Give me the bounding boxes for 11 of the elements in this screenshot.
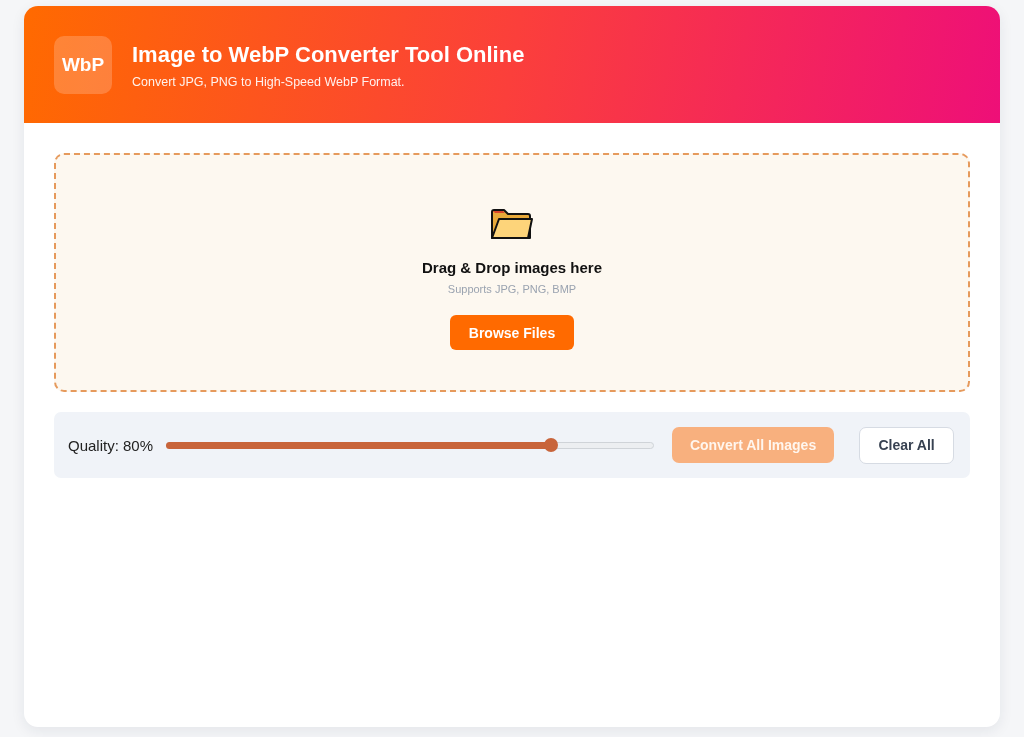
quality-label: Quality: 80% [68, 436, 154, 454]
app-title: Image to WebP Converter Tool Online [132, 40, 525, 69]
quality-slider[interactable] [166, 441, 655, 449]
clear-button[interactable]: Clear All [859, 426, 955, 464]
logo-tile: WbP [54, 35, 112, 94]
folder-icon [490, 208, 534, 240]
drop-heading: Drag & Drop images here [421, 259, 603, 276]
supported-formats: Supports JPG, PNG, BMP [447, 283, 577, 295]
app-subtitle: Convert JPG, PNG to High-Speed WebP Format. [132, 74, 406, 89]
slider-thumb[interactable] [544, 438, 558, 452]
drop-zone[interactable]: Drag & Drop images here Supports JPG, PNG, BMP Browse Files [54, 153, 970, 392]
